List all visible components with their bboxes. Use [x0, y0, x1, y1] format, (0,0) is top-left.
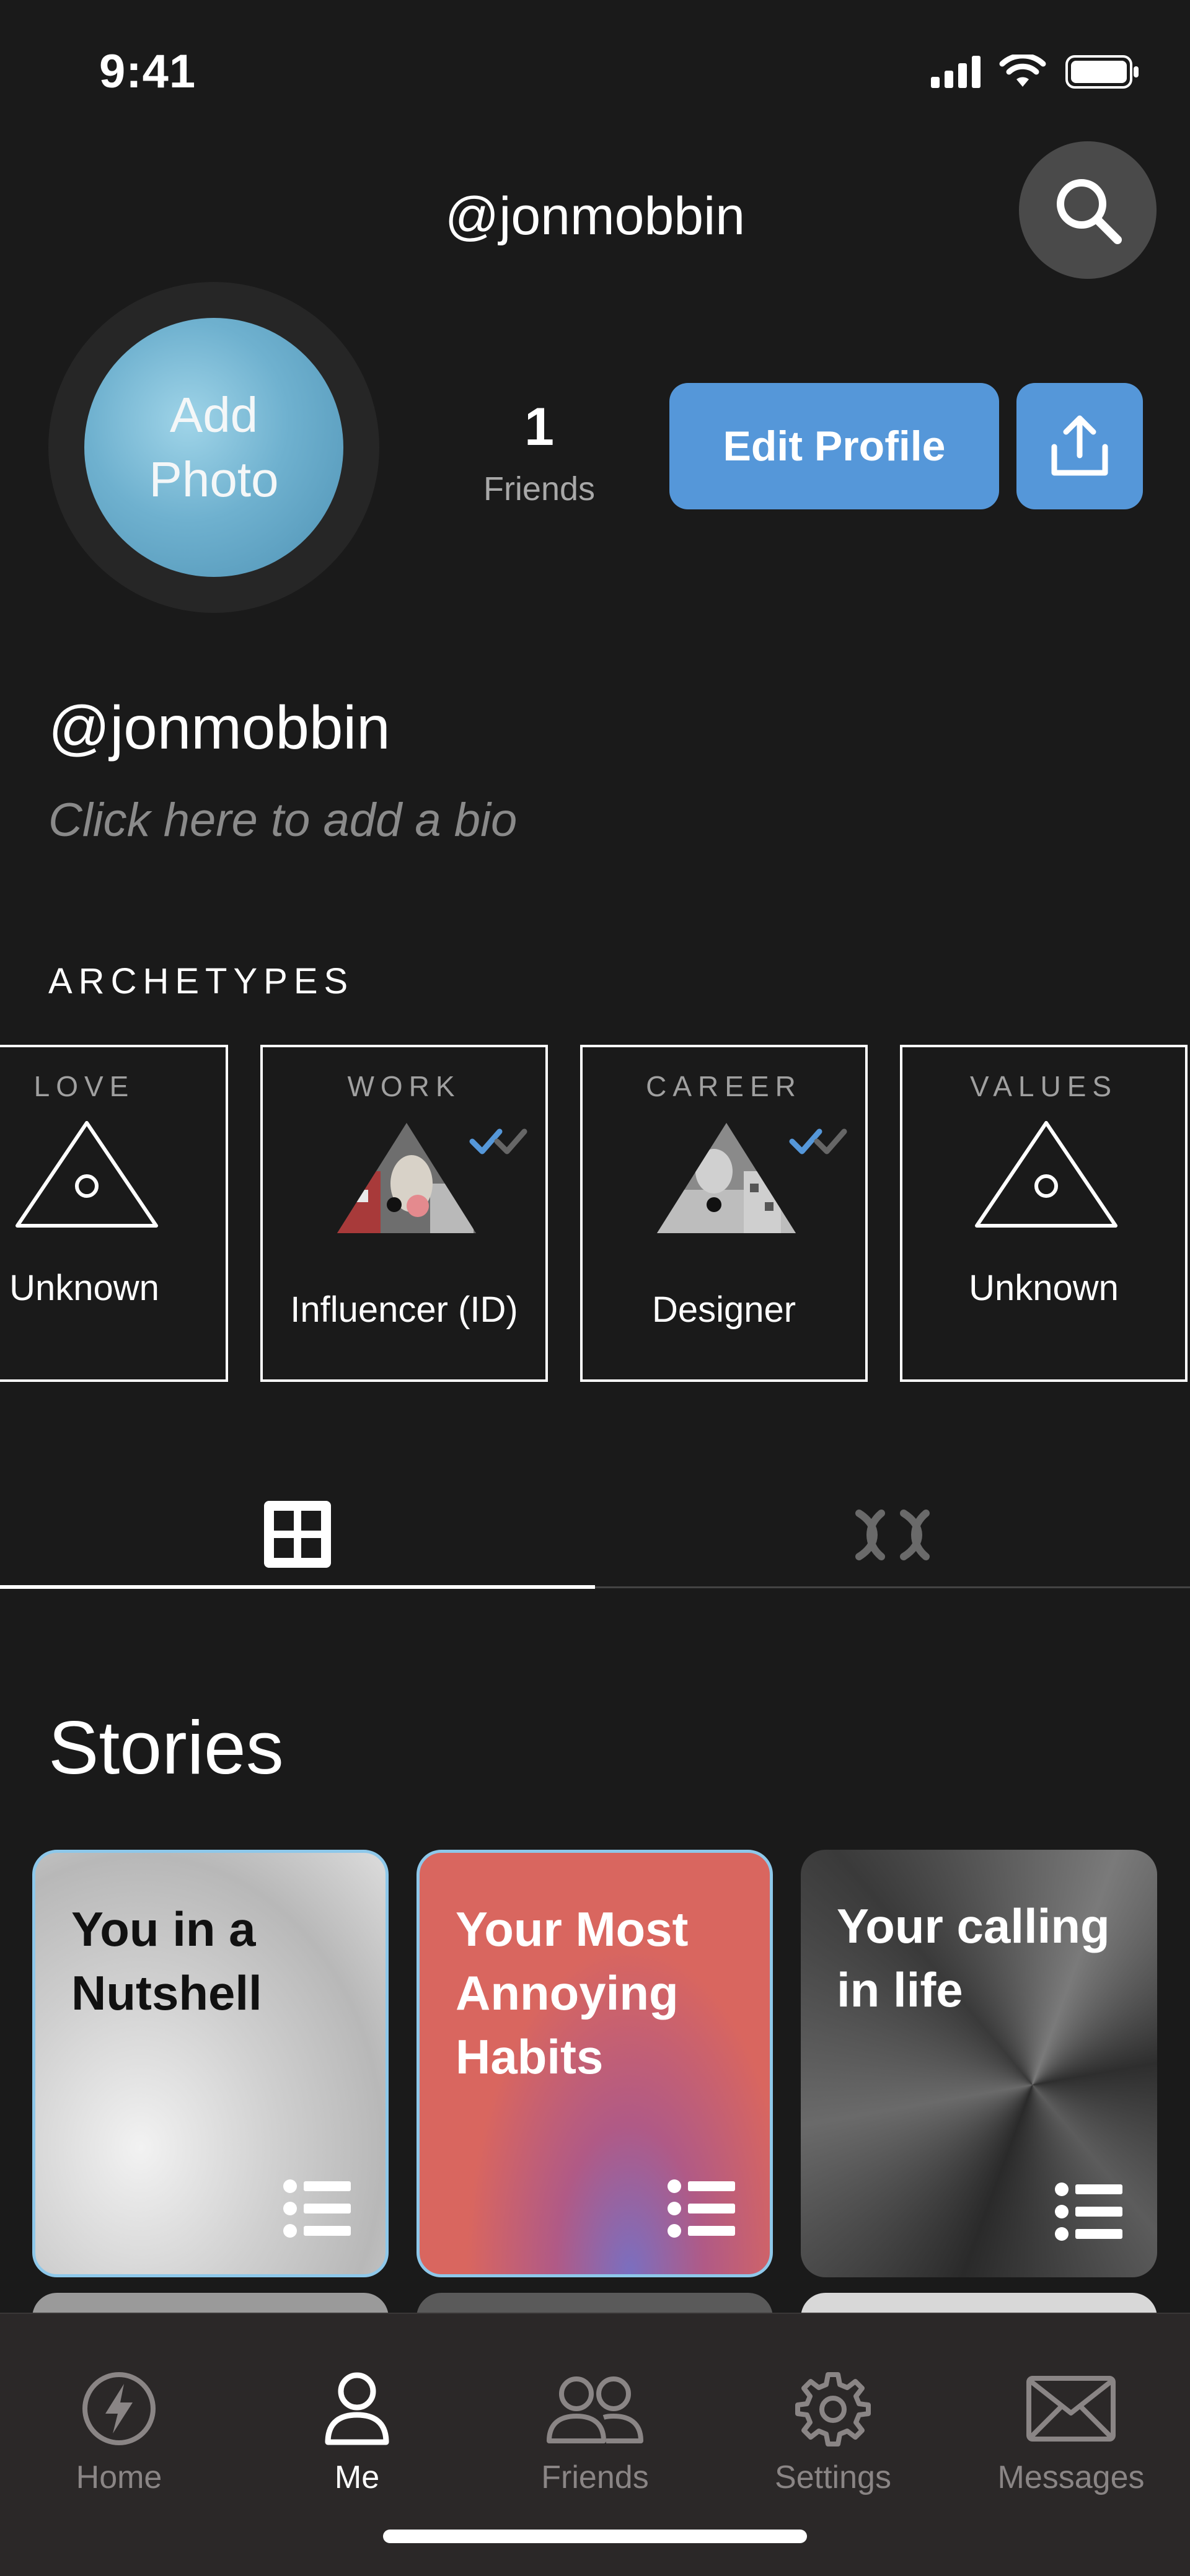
archetype-category: LOVE: [33, 1070, 135, 1102]
friends-count[interactable]: 1: [459, 397, 620, 458]
story-title: Your calling in life: [837, 1899, 1110, 2017]
share-icon: [1051, 415, 1108, 476]
story-card-calling[interactable]: Your calling in life: [801, 1850, 1157, 2277]
nav-friends[interactable]: Friends: [476, 2314, 714, 2512]
friends-label[interactable]: Friends: [459, 470, 620, 508]
grid-icon: [264, 1501, 331, 1568]
tab-divider: [595, 1586, 1190, 1588]
unknown-triangle-icon: [975, 1121, 1117, 1228]
archetype-card-love[interactable]: LOVE Unknown: [0, 1045, 228, 1382]
nav-label: Home: [76, 2460, 162, 2495]
profile-username: @jonmobbin: [48, 693, 390, 762]
archetype-name: Designer: [651, 1290, 796, 1330]
add-photo-avatar[interactable]: Add Photo: [84, 318, 343, 577]
story-title: You in a Nutshell: [71, 1902, 262, 2020]
avatar-text-line2: Photo: [149, 452, 279, 507]
nav-label: Messages: [997, 2460, 1145, 2495]
battery-icon: [1065, 55, 1139, 89]
status-icons: [931, 53, 1140, 90]
lightning-icon: [82, 2372, 156, 2445]
nav-label: Settings: [775, 2460, 891, 2495]
avatar-text-line1: Add: [169, 387, 258, 442]
profile-screen: 9:41 @jonmobbin Add Photo 1 Friends Edit…: [0, 0, 1190, 2576]
archetype-category: CAREER: [646, 1070, 802, 1102]
edit-profile-button[interactable]: Edit Profile: [669, 383, 999, 509]
influencer-triangle-icon: [337, 1123, 476, 1233]
story-title: Your Most Annoying Habits: [456, 1902, 689, 2084]
archetype-category: VALUES: [969, 1070, 1118, 1102]
person-icon: [325, 2372, 389, 2445]
friends-icon: [547, 2376, 643, 2443]
active-tab-indicator: [0, 1585, 595, 1589]
archetype-name: Unknown: [9, 1268, 159, 1308]
nav-me[interactable]: Me: [238, 2314, 476, 2512]
story-card-nutshell[interactable]: You in a Nutshell: [32, 1850, 389, 2277]
tab-grid[interactable]: [0, 1475, 595, 1593]
envelope-icon: [1026, 2376, 1116, 2442]
archetype-name: Unknown: [969, 1268, 1119, 1308]
archetype-card-work[interactable]: WORK Influencer (ID): [260, 1045, 548, 1382]
share-button[interactable]: [1016, 383, 1143, 509]
unknown-triangle-icon: [15, 1121, 158, 1228]
list-icon: [283, 2179, 351, 2238]
tab-compatibility[interactable]: [595, 1475, 1190, 1593]
designer-triangle-icon: [657, 1123, 796, 1233]
archetypes-heading: ARCHETYPES: [48, 961, 355, 1001]
avatar-ring: Add Photo: [48, 282, 379, 613]
search-button[interactable]: [1019, 141, 1157, 279]
match-checkmarks-icon: [469, 1128, 527, 1154]
match-checkmarks-icon: [789, 1128, 847, 1154]
archetype-card-career[interactable]: CAREER Designer: [580, 1045, 868, 1382]
archetype-card-values[interactable]: VALUES Unknown: [900, 1045, 1188, 1382]
stories-heading: Stories: [48, 1705, 284, 1790]
nav-messages[interactable]: Messages: [952, 2314, 1190, 2512]
list-icon: [1055, 2183, 1122, 2241]
header-username: @jonmobbin: [444, 187, 746, 246]
nav-label: Friends: [541, 2460, 649, 2495]
search-icon: [1057, 179, 1122, 244]
gear-icon: [795, 2372, 871, 2446]
archetype-name: Influencer (ID): [290, 1290, 518, 1330]
status-time: 9:41: [99, 45, 196, 98]
story-card-annoying-habits[interactable]: Your Most Annoying Habits: [416, 1850, 773, 2277]
cellular-signal-icon: [931, 56, 981, 88]
archetype-category: WORK: [347, 1070, 461, 1102]
wifi-icon: [999, 55, 1046, 87]
home-indicator[interactable]: [383, 2530, 807, 2543]
list-icon: [668, 2179, 735, 2238]
nav-settings[interactable]: Settings: [714, 2314, 952, 2512]
bio-field[interactable]: Click here to add a bio: [48, 793, 517, 847]
compatibility-icon: [855, 1510, 930, 1560]
nav-label: Me: [334, 2460, 380, 2495]
nav-home[interactable]: Home: [0, 2314, 238, 2512]
